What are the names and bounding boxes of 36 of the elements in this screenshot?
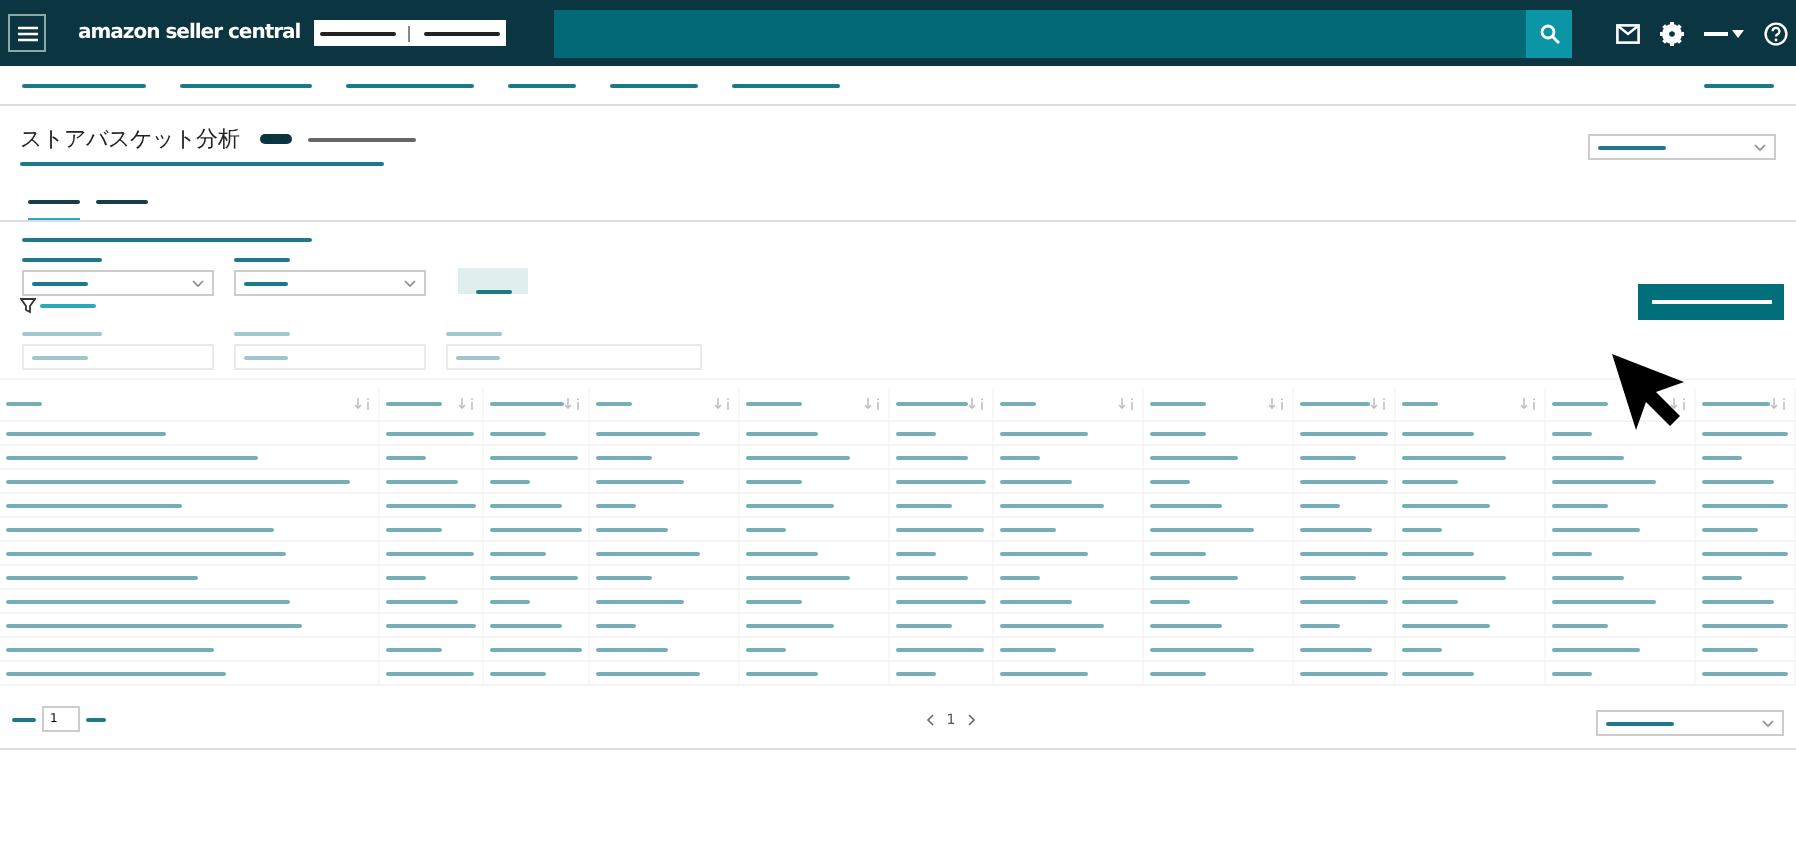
nav-link[interactable] — [508, 83, 576, 87]
cursor-icon — [1608, 350, 1688, 430]
filter-dropdown[interactable] — [234, 270, 426, 296]
nav-link[interactable] — [22, 83, 146, 87]
rows-dropdown[interactable] — [1596, 710, 1784, 736]
learn-more-link[interactable] — [308, 137, 416, 141]
sort-icon[interactable] — [1670, 398, 1688, 410]
download-button[interactable] — [1638, 284, 1784, 320]
chevron-icon — [1762, 719, 1774, 727]
nav-link[interactable] — [1704, 83, 1774, 87]
filter-dropdown[interactable] — [22, 270, 214, 296]
page-title: ストアバスケット分析 — [20, 126, 242, 152]
chevron-icon — [404, 279, 416, 287]
help-icon[interactable] — [1764, 21, 1788, 45]
badge-icon — [260, 134, 292, 144]
chevron-icon — [192, 279, 204, 287]
language-menu[interactable] — [1704, 29, 1744, 37]
account-switcher[interactable] — [314, 20, 506, 46]
search-button[interactable] — [1526, 9, 1572, 57]
caret-icon — [1732, 29, 1744, 37]
next-page-icon[interactable] — [967, 713, 976, 725]
chevron-icon — [1754, 143, 1766, 151]
filter-icon — [20, 298, 36, 314]
menu-icon — [17, 25, 37, 41]
date-dropdown[interactable] — [1588, 134, 1776, 160]
nav-link[interactable] — [610, 83, 698, 87]
nav-link[interactable] — [180, 83, 312, 87]
nav-link[interactable] — [346, 83, 474, 87]
mail-icon[interactable] — [1616, 23, 1640, 43]
search-field[interactable] — [554, 9, 1526, 57]
menu-button[interactable] — [8, 14, 46, 52]
search-icon — [1539, 23, 1559, 43]
previous-page-icon[interactable] — [926, 713, 935, 725]
settings-icon[interactable] — [1660, 21, 1684, 45]
apply-button[interactable] — [458, 268, 528, 294]
nav-link[interactable] — [732, 83, 840, 87]
